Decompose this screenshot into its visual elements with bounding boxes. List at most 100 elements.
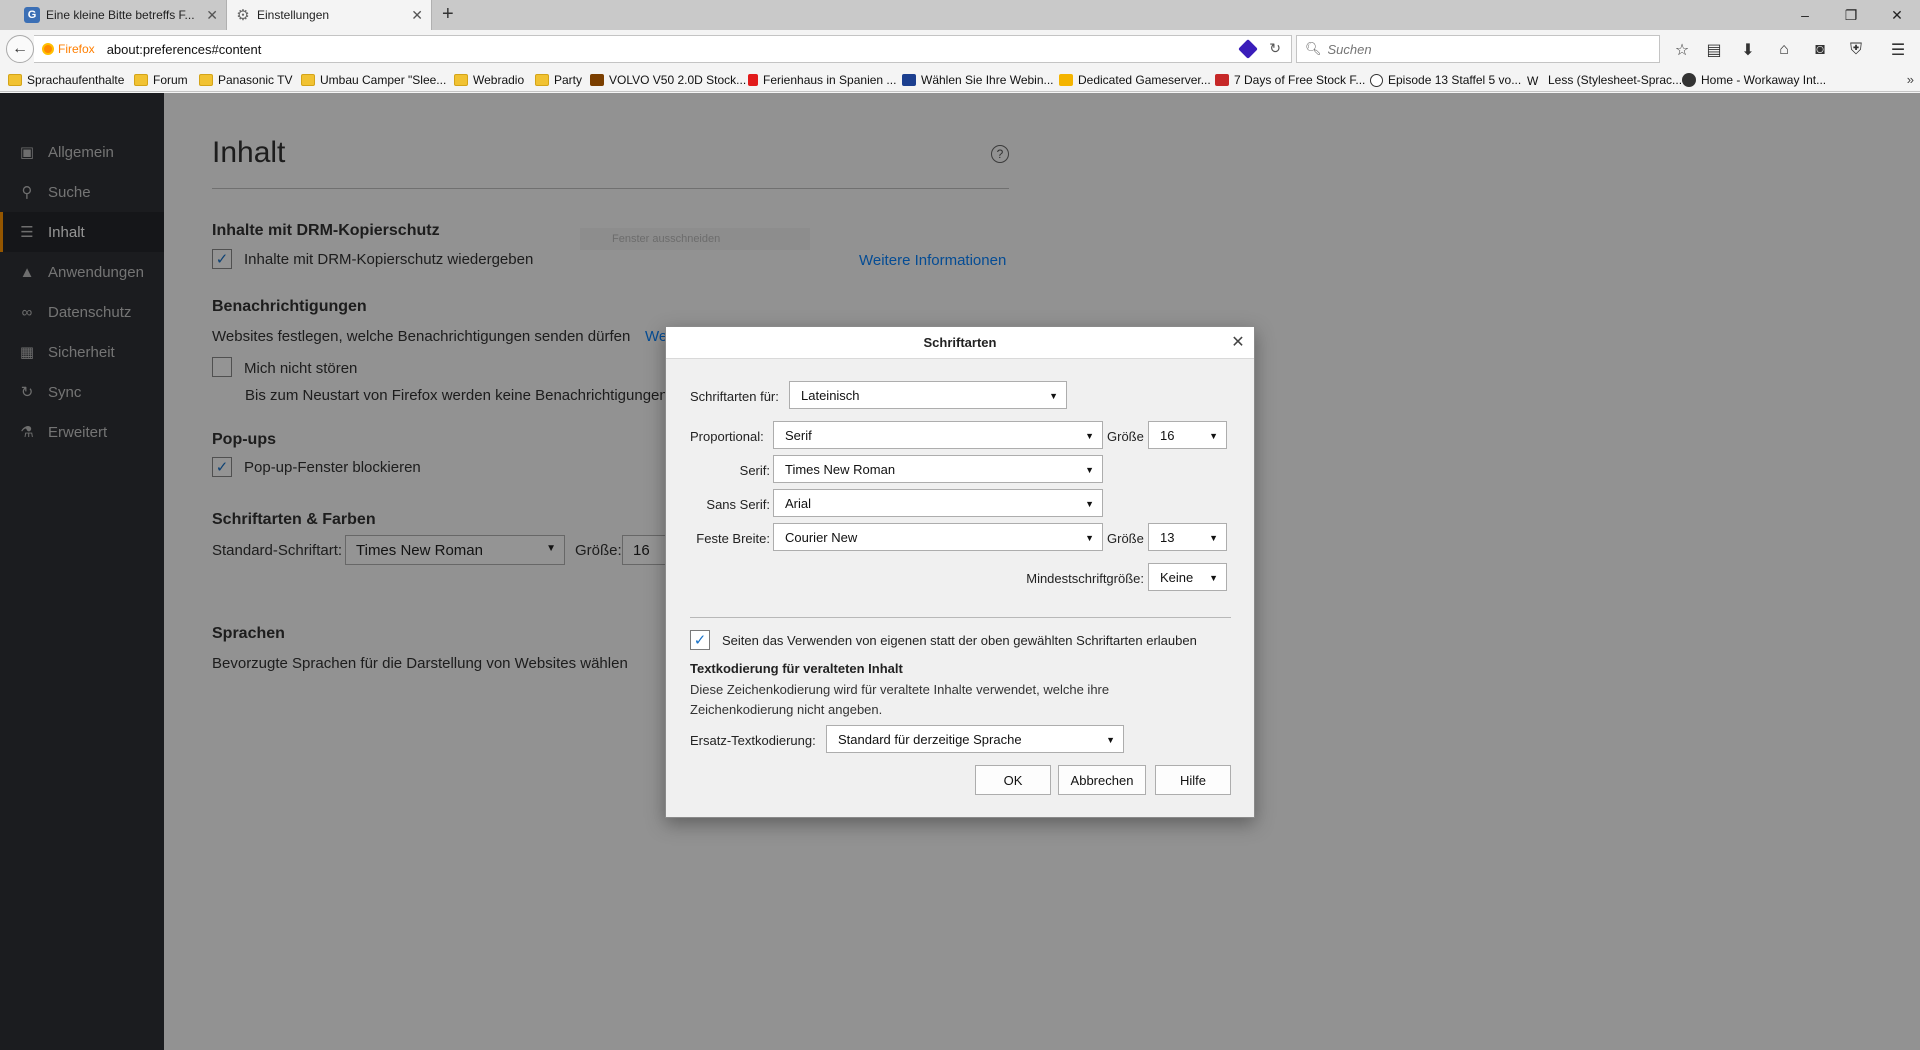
close-window-button[interactable]: ✕ bbox=[1874, 0, 1920, 30]
site-t-icon bbox=[748, 74, 758, 86]
chevron-down-icon: ▼ bbox=[1085, 499, 1094, 509]
bookmark-item[interactable]: Dedicated Gameserver... bbox=[1059, 72, 1211, 88]
serif-label: Serif: bbox=[739, 463, 770, 478]
chevron-down-icon: ▼ bbox=[1085, 465, 1094, 475]
chevron-down-icon: ▼ bbox=[1209, 533, 1218, 543]
monospace-value: Courier New bbox=[785, 529, 858, 545]
allow-pages-fonts-checkbox[interactable]: ✓ bbox=[690, 630, 710, 650]
bookmark-label: Sprachaufenthalte bbox=[27, 73, 125, 87]
bookmark-item[interactable]: Webradio bbox=[454, 72, 524, 88]
serif-value: Times New Roman bbox=[785, 461, 896, 477]
reload-icon[interactable]: ↻ bbox=[1269, 40, 1281, 57]
site-gameserver-icon bbox=[1059, 74, 1073, 86]
bookmark-label: Panasonic TV bbox=[218, 73, 293, 87]
bookmarks-toolbar: Sprachaufenthalte Forum Panasonic TV Umb… bbox=[0, 68, 1920, 92]
back-button[interactable]: ← bbox=[6, 35, 34, 63]
search-input[interactable] bbox=[1327, 41, 1628, 57]
bookmark-item[interactable]: Ferienhaus in Spanien ... bbox=[748, 72, 896, 88]
bookmarks-overflow-icon[interactable]: » bbox=[1907, 72, 1914, 87]
bookmark-label: Ferienhaus in Spanien ... bbox=[763, 73, 897, 87]
bookmark-label: VOLVO V50 2.0D Stock... bbox=[609, 73, 747, 87]
bookmark-item[interactable]: Forum bbox=[134, 72, 188, 88]
identity-label: Firefox bbox=[58, 42, 95, 56]
restore-button[interactable]: ❐ bbox=[1828, 0, 1874, 30]
folder-icon bbox=[199, 74, 213, 86]
bookmark-label: Party bbox=[554, 73, 583, 87]
close-tab-icon[interactable]: ✕ bbox=[206, 7, 218, 24]
min-size-select[interactable]: Keine ▼ bbox=[1148, 563, 1227, 591]
sans-serif-value: Arial bbox=[785, 495, 812, 511]
search-bar[interactable]: 🔍︎ bbox=[1296, 35, 1660, 63]
bookmark-label: Less (Stylesheet-Sprac... bbox=[1548, 73, 1683, 87]
bookmark-item[interactable]: Party bbox=[535, 72, 582, 88]
close-tab-icon[interactable]: ✕ bbox=[411, 7, 423, 24]
bookmark-label: Episode 13 Staffel 5 vo... bbox=[1388, 73, 1522, 87]
wikipedia-icon: W bbox=[1527, 74, 1539, 88]
proportional-value: Serif bbox=[785, 427, 812, 443]
new-tab-button[interactable]: + bbox=[442, 3, 454, 26]
bookmark-item[interactable]: W Less (Stylesheet-Sprac... bbox=[1527, 72, 1682, 88]
monospace-size-select[interactable]: 13 ▼ bbox=[1148, 523, 1227, 551]
allow-pages-fonts-label: Seiten das Verwenden von eigenen statt d… bbox=[722, 633, 1197, 648]
bookmark-star-icon[interactable]: ☆ bbox=[1672, 40, 1692, 60]
chevron-down-icon: ▼ bbox=[1085, 431, 1094, 441]
fonts-dialog: Schriftarten ✕ Schriftarten für: Lateini… bbox=[665, 326, 1255, 818]
tab-title: Einstellungen bbox=[257, 8, 330, 22]
fonts-for-label: Schriftarten für: bbox=[690, 389, 779, 404]
fallback-encoding-select[interactable]: Standard für derzeitige Sprache ▼ bbox=[826, 725, 1124, 753]
min-size-label: Mindestschriftgröße: bbox=[1026, 571, 1144, 586]
bookmark-label: Webradio bbox=[473, 73, 525, 87]
fonts-for-select[interactable]: Lateinisch ▼ bbox=[789, 381, 1067, 409]
site-wahl-icon bbox=[902, 74, 916, 86]
folder-icon bbox=[454, 74, 468, 86]
bookmark-item[interactable]: Sprachaufenthalte bbox=[8, 72, 124, 88]
chevron-down-icon: ▼ bbox=[1049, 391, 1058, 401]
monospace-size-label: Größe bbox=[1107, 531, 1144, 546]
sans-serif-select[interactable]: Arial ▼ bbox=[773, 489, 1103, 517]
bookmark-label: 7 Days of Free Stock F... bbox=[1234, 73, 1366, 87]
bookmarks-list-icon[interactable]: ▤ bbox=[1704, 40, 1724, 60]
bookmark-item[interactable]: VOLVO V50 2.0D Stock... bbox=[590, 72, 746, 88]
monospace-label: Feste Breite: bbox=[696, 531, 770, 546]
bookmark-item[interactable]: Panasonic TV bbox=[199, 72, 293, 88]
url-bar[interactable]: Firefox about:preferences#content ↻ bbox=[34, 35, 1292, 63]
menu-hamburger-icon[interactable]: ☰ bbox=[1888, 40, 1908, 60]
proportional-size-value: 16 bbox=[1160, 427, 1175, 443]
bookmark-label: Dedicated Gameserver... bbox=[1078, 73, 1211, 87]
tab-title: Eine kleine Bitte betreffs F... bbox=[46, 8, 195, 22]
help-button[interactable]: Hilfe bbox=[1155, 765, 1231, 795]
bookmark-label: Umbau Camper "Slee... bbox=[320, 73, 447, 87]
monospace-select[interactable]: Courier New ▼ bbox=[773, 523, 1103, 551]
monospace-size-value: 13 bbox=[1160, 529, 1175, 545]
fallback-encoding-value: Standard für derzeitige Sprache bbox=[838, 731, 1022, 747]
car-site-icon bbox=[590, 74, 604, 86]
downloads-icon[interactable]: ⬇ bbox=[1738, 40, 1758, 60]
bookmark-item[interactable]: Episode 13 Staffel 5 vo... bbox=[1370, 72, 1521, 88]
encoding-heading: Textkodierung für veralteten Inhalt bbox=[690, 661, 903, 676]
home-icon[interactable]: ⌂ bbox=[1774, 40, 1794, 60]
tab-einstellungen[interactable]: ⚙ Einstellungen ✕ bbox=[226, 0, 432, 30]
bookmark-item[interactable]: Home - Workaway Int... bbox=[1682, 72, 1826, 88]
bookmark-item[interactable]: 7 Days of Free Stock F... bbox=[1215, 72, 1365, 88]
min-size-value: Keine bbox=[1160, 569, 1194, 585]
pocket-icon[interactable]: ◙ bbox=[1810, 40, 1830, 60]
bookmark-item[interactable]: Wählen Sie Ihre Webin... bbox=[902, 72, 1054, 88]
proportional-label: Proportional: bbox=[690, 429, 764, 444]
bookmark-item[interactable]: Umbau Camper "Slee... bbox=[301, 72, 446, 88]
serif-select[interactable]: Times New Roman ▼ bbox=[773, 455, 1103, 483]
proportional-select[interactable]: Serif ▼ bbox=[773, 421, 1103, 449]
tab-favicon-icon: G bbox=[24, 7, 40, 23]
minimize-button[interactable]: – bbox=[1782, 0, 1828, 30]
workaway-icon bbox=[1682, 73, 1696, 87]
proportional-size-select[interactable]: 16 ▼ bbox=[1148, 421, 1227, 449]
tab-bitte[interactable]: G Eine kleine Bitte betreffs F... ✕ bbox=[16, 0, 226, 30]
ok-button[interactable]: OK bbox=[975, 765, 1051, 795]
bookmark-label: Forum bbox=[153, 73, 188, 87]
folder-icon bbox=[8, 74, 22, 86]
url-text[interactable]: about:preferences#content bbox=[107, 42, 262, 57]
identity-box[interactable]: Firefox bbox=[34, 42, 95, 56]
cancel-button[interactable]: Abbrechen bbox=[1058, 765, 1146, 795]
ublock-shield-icon[interactable]: ⛨ bbox=[1846, 40, 1866, 60]
extension-icon[interactable] bbox=[1238, 39, 1258, 59]
close-icon[interactable]: ✕ bbox=[1228, 332, 1248, 352]
